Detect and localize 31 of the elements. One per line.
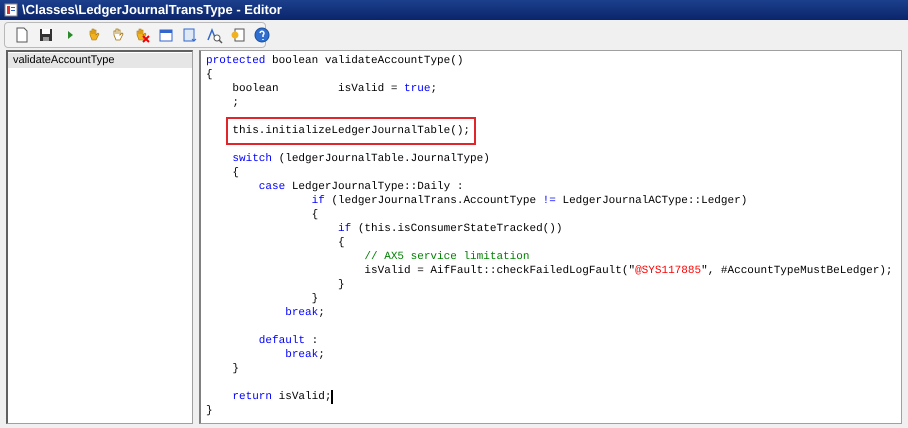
search-icon[interactable] <box>205 26 223 44</box>
code-line: } <box>310 292 318 307</box>
code-line: protected boolean validateAccountType() <box>206 54 464 69</box>
method-list-item[interactable]: validateAccountType <box>8 53 192 68</box>
code-line: // AX5 service limitation <box>363 250 530 265</box>
code-line: } <box>337 278 345 293</box>
save-icon[interactable] <box>37 26 55 44</box>
help-icon[interactable] <box>253 26 271 44</box>
code-line: break; <box>284 306 325 321</box>
code-line: case LedgerJournalType::Daily : <box>258 180 464 195</box>
code-line: } <box>206 404 213 419</box>
code-line: isValid = AifFault::checkFailedLogFault("@SYS117885", #AccountTypeMustBeLedger); <box>363 264 893 279</box>
code-line: this.initializeLedgerJournalTable(); <box>232 124 470 137</box>
document-arrow-icon[interactable] <box>181 26 199 44</box>
code-line: boolean isValid = true; <box>231 82 438 97</box>
app-icon <box>4 3 18 17</box>
code-line: ; <box>231 96 240 111</box>
code-line: { <box>310 208 318 223</box>
code-line: { <box>206 68 213 83</box>
code-line: { <box>337 236 345 251</box>
code-line: default : <box>258 334 318 349</box>
code-line: switch (ledgerJournalTable.JournalType) <box>231 152 490 167</box>
code-editor[interactable] <box>199 50 902 424</box>
code-line: break; <box>284 348 325 363</box>
document-icon[interactable] <box>229 26 247 44</box>
code-line: if (this.isConsumerStateTracked()) <box>337 222 562 237</box>
window-title: \Classes\LedgerJournalTransType - Editor <box>22 1 282 20</box>
code-line: if (ledgerJournalTrans.AccountType != LedgerJournalACType::Ledger) <box>310 194 748 209</box>
code-line: { <box>231 166 240 181</box>
code-line: } <box>231 362 240 377</box>
code-line: return isValid; <box>231 390 332 405</box>
